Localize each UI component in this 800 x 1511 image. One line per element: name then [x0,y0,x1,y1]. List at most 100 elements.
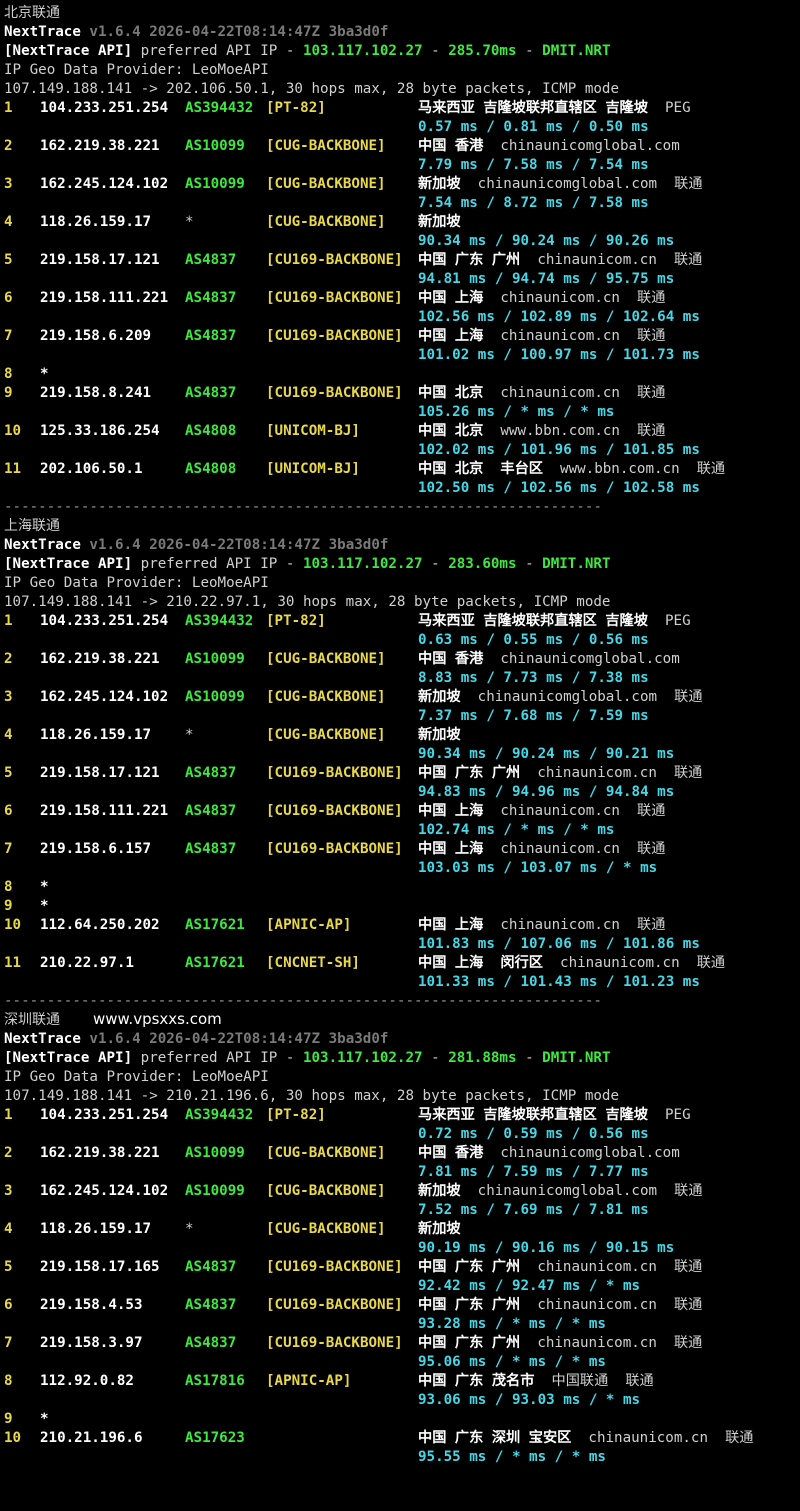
hop-domain: chinaunicom.cn 联通 [500,328,666,344]
hop-row: 10 210.21.196.6 AS17623 中国 广东 深圳 宝安区 chinau… [0,1429,800,1467]
hop-ip: 104.233.251.254 [40,100,169,116]
api-latency: 281.88ms [448,1050,517,1066]
hop-asn: AS4837 [185,765,237,781]
hop-geo-text: 中国 上海 [418,328,484,344]
hop-geo: 新加坡 chinaunicomglobal.com 联通 [418,688,703,707]
hop-rtt: 90.19 ms / 90.16 ms / 90.15 ms [418,1240,675,1256]
hop-number: 3 [4,176,13,192]
hop-network-tag: [CU169-BACKBONE] [266,803,403,819]
hop-number: 5 [4,765,13,781]
hop-network-tag: [APNIC-AP] [266,1373,352,1389]
hop-row: 11 210.22.97.1 AS17621 [CNCNET-SH] 中国 上海 闵行区… [0,954,800,992]
hop-number: 9 [4,385,13,401]
hop-network-tag: [CUG-BACKBONE] [266,1221,386,1237]
hop-domain: www.bbn.com.cn 联通 [560,461,726,477]
hop-row: 10 125.33.186.254 AS4808 [UNICOM-BJ] 中国 北京 w… [0,422,800,460]
build-hash: 3ba3d0f [328,1031,389,1047]
hop-network-tag: [CUG-BACKBONE] [266,214,386,230]
hop-number: 4 [4,727,13,743]
hop-geo-text: 新加坡 [418,727,461,743]
hop-number: 11 [4,461,22,477]
hop-number: 1 [4,100,13,116]
hop-rtt: 7.54 ms / 8.72 ms / 7.58 ms [418,195,649,211]
hop-geo: 中国 北京 丰台区 www.bbn.com.cn 联通 [418,460,725,479]
hop-row: 5 219.158.17.121 AS4837 [CU169-BACKBONE] 中国 … [0,251,800,289]
hop-asn: AS4837 [185,1335,237,1351]
hop-ip: 112.92.0.82 [40,1373,134,1389]
hop-domain: chinaunicom.cn 联通 [537,252,703,268]
hop-asn: AS10099 [185,176,245,192]
hop-ip: 219.158.4.53 [40,1297,143,1313]
hop-row: 8 * [0,878,800,897]
hop-asn: AS4837 [185,1259,237,1275]
hop-ip: 210.21.196.6 [40,1430,143,1446]
route-line: 107.149.188.141 -> 210.21.196.6, 30 hops… [4,1088,619,1104]
hop-rtt: 7.79 ms / 7.58 ms / 7.54 ms [418,157,649,173]
app-name: NextTrace [4,24,81,40]
hop-asn: AS4837 [185,290,237,306]
hop-rtt: 101.02 ms / 100.97 ms / 101.73 ms [418,347,700,363]
hop-ip: 162.245.124.102 [40,689,169,705]
hop-geo-text: 马来西亚 吉隆坡联邦直辖区 吉隆坡 [418,613,648,629]
api-node: DMIT.NRT [542,43,611,59]
hop-domain: www.bbn.com.cn 联通 [500,423,666,439]
hop-ip: 219.158.6.209 [40,328,152,344]
hop-rtt: 103.03 ms / 103.07 ms / * ms [418,860,658,876]
api-dash: - [516,1050,543,1066]
hop-rtt: 94.83 ms / 94.96 ms / 94.84 ms [418,784,675,800]
nexttrace-version-line: NextTrace v1.6.4 2026-04-22T08:14:47Z 3b… [4,23,388,42]
hop-ip: 118.26.159.17 [40,214,152,230]
hop-number: 5 [4,252,13,268]
hop-row: 9 219.158.8.241 AS4837 [CU169-BACKBONE] 中国 北… [0,384,800,422]
hop-number: 1 [4,1107,13,1123]
hop-rtt: 0.57 ms / 0.81 ms / 0.50 ms [418,119,649,135]
hop-domain: 中国联通 联通 [551,1373,654,1389]
hop-geo: 马来西亚 吉隆坡联邦直辖区 吉隆坡 PEG [418,1106,691,1125]
hop-ip: 219.158.17.121 [40,252,160,268]
hop-asn: AS4808 [185,423,237,439]
hop-number: 7 [4,328,13,344]
hop-rtt: 8.83 ms / 7.73 ms / 7.38 ms [418,670,649,686]
build-date: 2026-04-22T08:14:47Z [149,24,321,40]
hop-row: 7 219.158.6.157 AS4837 [CU169-BACKBONE] 中国 上… [0,840,800,878]
api-ip: 103.117.102.27 [302,556,423,572]
hop-rtt: 93.06 ms / 93.03 ms / * ms [418,1392,641,1408]
hop-asn: * [185,1221,194,1237]
api-ip: 103.117.102.27 [302,43,423,59]
hop-asn: AS4837 [185,841,237,857]
hop-geo: 中国 上海 chinaunicom.cn 联通 [418,802,665,821]
hop-number: 5 [4,1259,13,1275]
hop-asn: AS10099 [185,651,245,667]
hop-row: 5 219.158.17.165 AS4837 [CU169-BACKBONE] 中国 … [0,1258,800,1296]
hop-domain: PEG [665,613,691,629]
hop-asn: AS4837 [185,1297,237,1313]
hop-asn: AS4837 [185,385,237,401]
hop-domain: chinaunicomglobal.com 联通 [477,1183,703,1199]
hop-ip: 219.158.3.97 [40,1335,143,1351]
hop-geo: 中国 上海 chinaunicom.cn 联通 [418,327,665,346]
api-dash: - [422,1050,449,1066]
hop-number: 8 [4,1373,13,1389]
hop-network-tag: [CUG-BACKBONE] [266,727,386,743]
hop-geo-text: 中国 上海 [418,290,484,306]
watermark-site: www.vpsxxs.com [93,1010,222,1028]
hop-ip: 162.219.38.221 [40,1145,160,1161]
app-name: NextTrace [4,1031,81,1047]
hop-number: 7 [4,1335,13,1351]
hop-domain: chinaunicom.cn 联通 [500,917,666,933]
nexttrace-version-line: NextTrace v1.6.4 2026-04-22T08:14:47Z 3b… [4,536,388,555]
hop-row: 1 104.233.251.254 AS394432 [PT-82] 马来西亚 吉隆坡联… [0,99,800,137]
hop-ip: * [40,879,49,895]
hop-domain: chinaunicomglobal.com 联通 [477,689,703,705]
hop-rtt: 93.28 ms / * ms / * ms [418,1316,606,1332]
hop-network-tag: [CUG-BACKBONE] [266,651,386,667]
hop-ip: 104.233.251.254 [40,613,169,629]
hop-geo: 中国 上海 chinaunicom.cn 联通 [418,916,665,935]
build-date: 2026-04-22T08:14:47Z [149,1031,321,1047]
hop-network-tag: [CU169-BACKBONE] [266,1297,403,1313]
hop-ip: 219.158.111.221 [40,290,169,306]
api-node: DMIT.NRT [542,1050,611,1066]
hop-geo: 中国 广东 广州 chinaunicom.cn 联通 [418,1258,702,1277]
hop-geo-text: 中国 香港 [418,651,484,667]
hop-number: 8 [4,879,13,895]
